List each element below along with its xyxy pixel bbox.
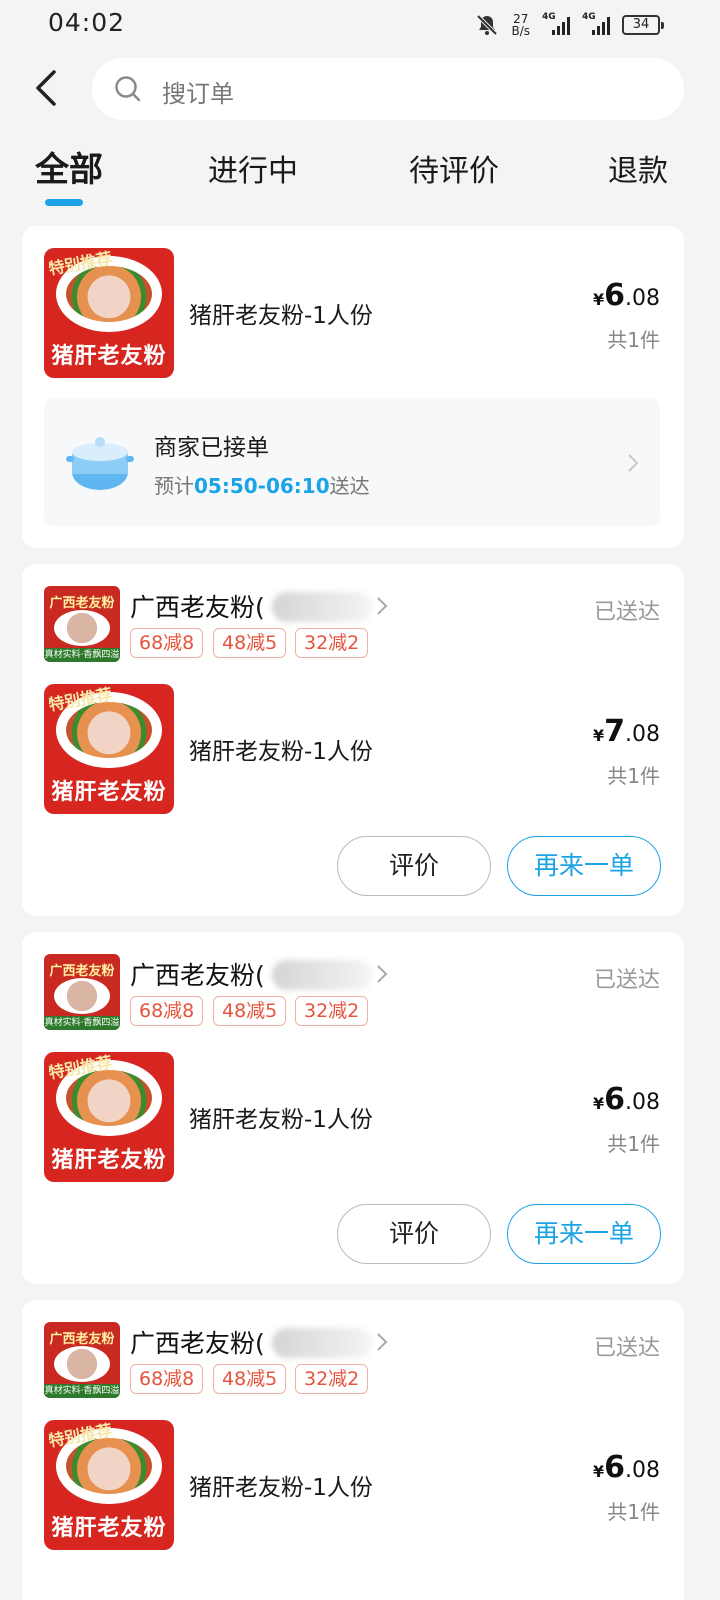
promo-tag: 68减8: [130, 996, 204, 1026]
back-arrow-icon[interactable]: [30, 66, 70, 110]
order-status: 已送达: [593, 968, 660, 993]
promo-tag: 48减5: [213, 996, 287, 1026]
item-name: 猪肝老友粉-1人份: [189, 1107, 373, 1133]
shop-logo-title: 广西老友粉: [49, 964, 115, 979]
shop-name[interactable]: 广西老友粉(: [130, 956, 265, 992]
chevron-right-icon[interactable]: [376, 1332, 388, 1352]
promo-tag: 68减8: [130, 628, 204, 658]
product-thumbnail: 特别推荐 猪肝老友粉: [44, 1052, 174, 1182]
eta-prefix: 预计: [154, 474, 194, 498]
shop-logo-slogan: 真材实料·香飘四溢: [44, 1016, 120, 1030]
chevron-right-icon[interactable]: [376, 596, 388, 616]
review-button[interactable]: 评价: [337, 1204, 491, 1264]
tab-active-indicator: [45, 199, 83, 206]
eta-time: 05:50-06:10: [194, 474, 330, 498]
review-button[interactable]: 评价: [337, 836, 491, 896]
shop-logo-title: 广西老友粉: [49, 596, 115, 611]
thumb-title: 猪肝老友粉: [51, 1148, 167, 1173]
tab-to-review[interactable]: 待评价: [409, 146, 499, 190]
tab-all[interactable]: 全部: [35, 142, 103, 191]
item-price: ¥6.08: [593, 1450, 660, 1485]
shop-logo: 广西老友粉 真材实料·香飘四溢: [44, 954, 120, 1030]
price-decimal: .08: [625, 1090, 660, 1115]
order-card[interactable]: 特别推荐 猪肝老友粉 猪肝老友粉-1人份 ¥6.08 共1件 商家已接单 预计0…: [22, 226, 684, 548]
shop-logo-title: 广西老友粉: [49, 1332, 115, 1347]
item-quantity: 共1件: [607, 1500, 660, 1524]
search-icon: [115, 76, 141, 102]
thumb-title: 猪肝老友粉: [51, 344, 167, 369]
signal-label: 4G: [582, 12, 596, 22]
promo-tag: 32减2: [295, 1364, 369, 1394]
search-placeholder: 搜订单: [162, 80, 234, 108]
net-speed-unit: B/s: [511, 24, 530, 38]
reorder-button[interactable]: 再来一单: [507, 836, 661, 896]
price-integer: 6: [604, 1082, 625, 1117]
signal-icon-2: 4G: [582, 12, 610, 35]
redacted-branch: [272, 1328, 372, 1358]
shop-name[interactable]: 广西老友粉(: [130, 588, 265, 624]
promo-tag: 48减5: [213, 628, 287, 658]
pot-icon: [66, 437, 134, 490]
thumb-title: 猪肝老友粉: [51, 1516, 167, 1541]
tab-in-progress[interactable]: 进行中: [208, 146, 298, 190]
promo-tag: 68减8: [130, 1364, 204, 1394]
chevron-right-icon: [628, 454, 639, 472]
product-thumbnail: 特别推荐 猪肝老友粉: [44, 684, 174, 814]
shop-logo: 广西老友粉 真材实料·香飘四溢: [44, 586, 120, 662]
status-time: 04:02: [48, 8, 126, 37]
delivery-status-panel[interactable]: 商家已接单 预计05:50-06:10送达: [44, 398, 660, 526]
price-integer: 7: [604, 714, 625, 749]
item-quantity: 共1件: [607, 764, 660, 788]
order-status: 已送达: [593, 1336, 660, 1361]
promo-tag: 32减2: [295, 628, 369, 658]
reorder-button[interactable]: 再来一单: [507, 1204, 661, 1264]
battery-icon: 34: [622, 15, 664, 35]
net-speed: 27 B/s: [511, 13, 530, 37]
item-price: ¥7.08: [593, 714, 660, 749]
shop-logo-slogan: 真材实料·香飘四溢: [44, 1384, 120, 1398]
product-thumbnail: 特别推荐 猪肝老友粉: [44, 248, 174, 378]
item-name: 猪肝老友粉-1人份: [189, 739, 373, 765]
signal-label: 4G: [542, 12, 556, 22]
shop-logo: 广西老友粉 真材实料·香飘四溢: [44, 1322, 120, 1398]
eta-line: 预计05:50-06:10送达: [154, 470, 370, 499]
order-card[interactable]: 广西老友粉 真材实料·香飘四溢 广西老友粉( 已送达 68减8 48减5 32减…: [22, 1300, 684, 1600]
thumb-title: 猪肝老友粉: [51, 780, 167, 805]
tab-refund[interactable]: 退款: [608, 146, 668, 190]
status-icons: 27 B/s 4G 4G 34: [475, 10, 664, 40]
redacted-branch: [272, 960, 372, 990]
price-integer: 6: [604, 278, 625, 313]
price-decimal: .08: [625, 1458, 660, 1483]
item-quantity: 共1件: [607, 328, 660, 352]
price-integer: 6: [604, 1450, 625, 1485]
item-price: ¥6.08: [593, 1082, 660, 1117]
item-quantity: 共1件: [607, 1132, 660, 1156]
bell-muted-icon: [477, 14, 498, 36]
chevron-right-icon[interactable]: [376, 964, 388, 984]
item-price: ¥6.08: [593, 278, 660, 313]
product-thumbnail: 特别推荐 猪肝老友粉: [44, 1420, 174, 1550]
promo-tag: 48减5: [213, 1364, 287, 1394]
search-input[interactable]: 搜订单: [92, 58, 684, 120]
signal-icon: 4G: [542, 12, 570, 35]
redacted-branch: [272, 592, 372, 622]
eta-suffix: 送达: [329, 474, 370, 498]
order-card[interactable]: 广西老友粉 真材实料·香飘四溢 广西老友粉( 已送达 68减8 48减5 32减…: [22, 564, 684, 916]
currency-symbol: ¥: [592, 1462, 605, 1481]
currency-symbol: ¥: [592, 290, 605, 309]
order-status: 已送达: [593, 600, 660, 625]
currency-symbol: ¥: [592, 726, 605, 745]
item-name: 猪肝老友粉-1人份: [189, 303, 373, 329]
currency-symbol: ¥: [592, 1094, 605, 1113]
shop-name[interactable]: 广西老友粉(: [130, 1324, 265, 1360]
price-decimal: .08: [625, 722, 660, 747]
shop-logo-slogan: 真材实料·香飘四溢: [44, 648, 120, 662]
price-decimal: .08: [625, 286, 660, 311]
item-name: 猪肝老友粉-1人份: [189, 1475, 373, 1501]
promo-tag: 32减2: [295, 996, 369, 1026]
order-status-title: 商家已接单: [154, 435, 269, 461]
status-bar: 04:02 27 B/s 4G 4G 34: [0, 0, 720, 48]
order-card[interactable]: 广西老友粉 真材实料·香飘四溢 广西老友粉( 已送达 68减8 48减5 32减…: [22, 932, 684, 1284]
